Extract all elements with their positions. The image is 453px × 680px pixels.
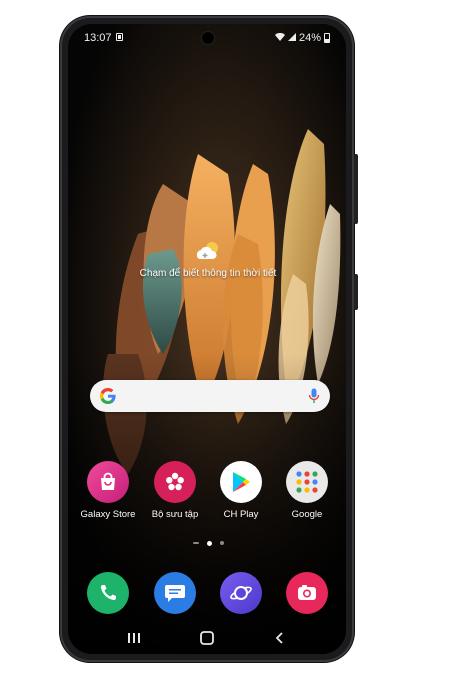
app-label: CH Play — [223, 509, 259, 520]
camera-icon — [286, 572, 328, 614]
stage: 13:07 24% Chạm để biết thông tin thời ti… — [0, 0, 453, 680]
battery-percent: 24% — [298, 32, 321, 44]
google-g-icon — [100, 388, 116, 404]
power-button — [354, 274, 358, 310]
home-icon[interactable] — [197, 628, 217, 648]
status-time: 13:07 — [84, 32, 112, 44]
status-bar: 13:07 24% — [68, 24, 346, 50]
cloud-sun-icon — [196, 242, 218, 259]
back-icon[interactable] — [270, 628, 290, 648]
google-search-bar[interactable] — [90, 380, 330, 412]
message-bubble-icon — [154, 572, 196, 614]
battery-icon — [324, 33, 330, 43]
dock-phone[interactable] — [75, 572, 141, 614]
app-gallery[interactable]: Bộ sưu tập — [142, 461, 208, 520]
wifi-icon — [274, 32, 285, 43]
app-galaxy-store[interactable]: Galaxy Store — [75, 461, 141, 520]
dock-camera[interactable] — [274, 572, 340, 614]
app-label: Google — [291, 509, 323, 520]
page-dot[interactable] — [192, 542, 199, 544]
dock-internet[interactable] — [208, 572, 274, 614]
dock-messages[interactable] — [142, 572, 208, 614]
weather-widget[interactable]: Chạm để biết thông tin thời tiết — [128, 239, 288, 280]
front-camera — [202, 32, 214, 44]
page-dot[interactable] — [219, 541, 224, 545]
folder-icon — [286, 461, 328, 503]
signal-icon — [287, 33, 296, 43]
app-label: Bộ sưu tập — [151, 509, 199, 520]
status-right: 24% — [274, 32, 330, 44]
microphone-icon[interactable] — [308, 388, 320, 404]
weather-text: Chạm để biết thông tin thời tiết — [139, 268, 277, 279]
phone-handset-icon — [87, 572, 129, 614]
page-dot-active[interactable] — [206, 540, 212, 546]
shopping-bag-icon — [87, 461, 129, 503]
phone-screen: 13:07 24% Chạm để biết thông tin thời ti… — [68, 24, 346, 654]
play-triangle-icon — [220, 461, 262, 503]
recents-icon[interactable] — [124, 628, 144, 648]
phone-frame: 13:07 24% Chạm để biết thông tin thời ti… — [60, 16, 358, 662]
flower-icon — [154, 461, 196, 503]
page-indicator — [186, 539, 230, 547]
volume-button — [354, 154, 358, 224]
app-label: Galaxy Store — [80, 509, 136, 520]
app-folder-google[interactable]: Google — [274, 461, 340, 520]
notification-icon — [116, 33, 123, 41]
navigation-bar — [68, 624, 346, 652]
wallpaper — [68, 24, 346, 654]
app-ch-play[interactable]: CH Play — [208, 461, 274, 520]
planet-icon — [220, 572, 262, 614]
